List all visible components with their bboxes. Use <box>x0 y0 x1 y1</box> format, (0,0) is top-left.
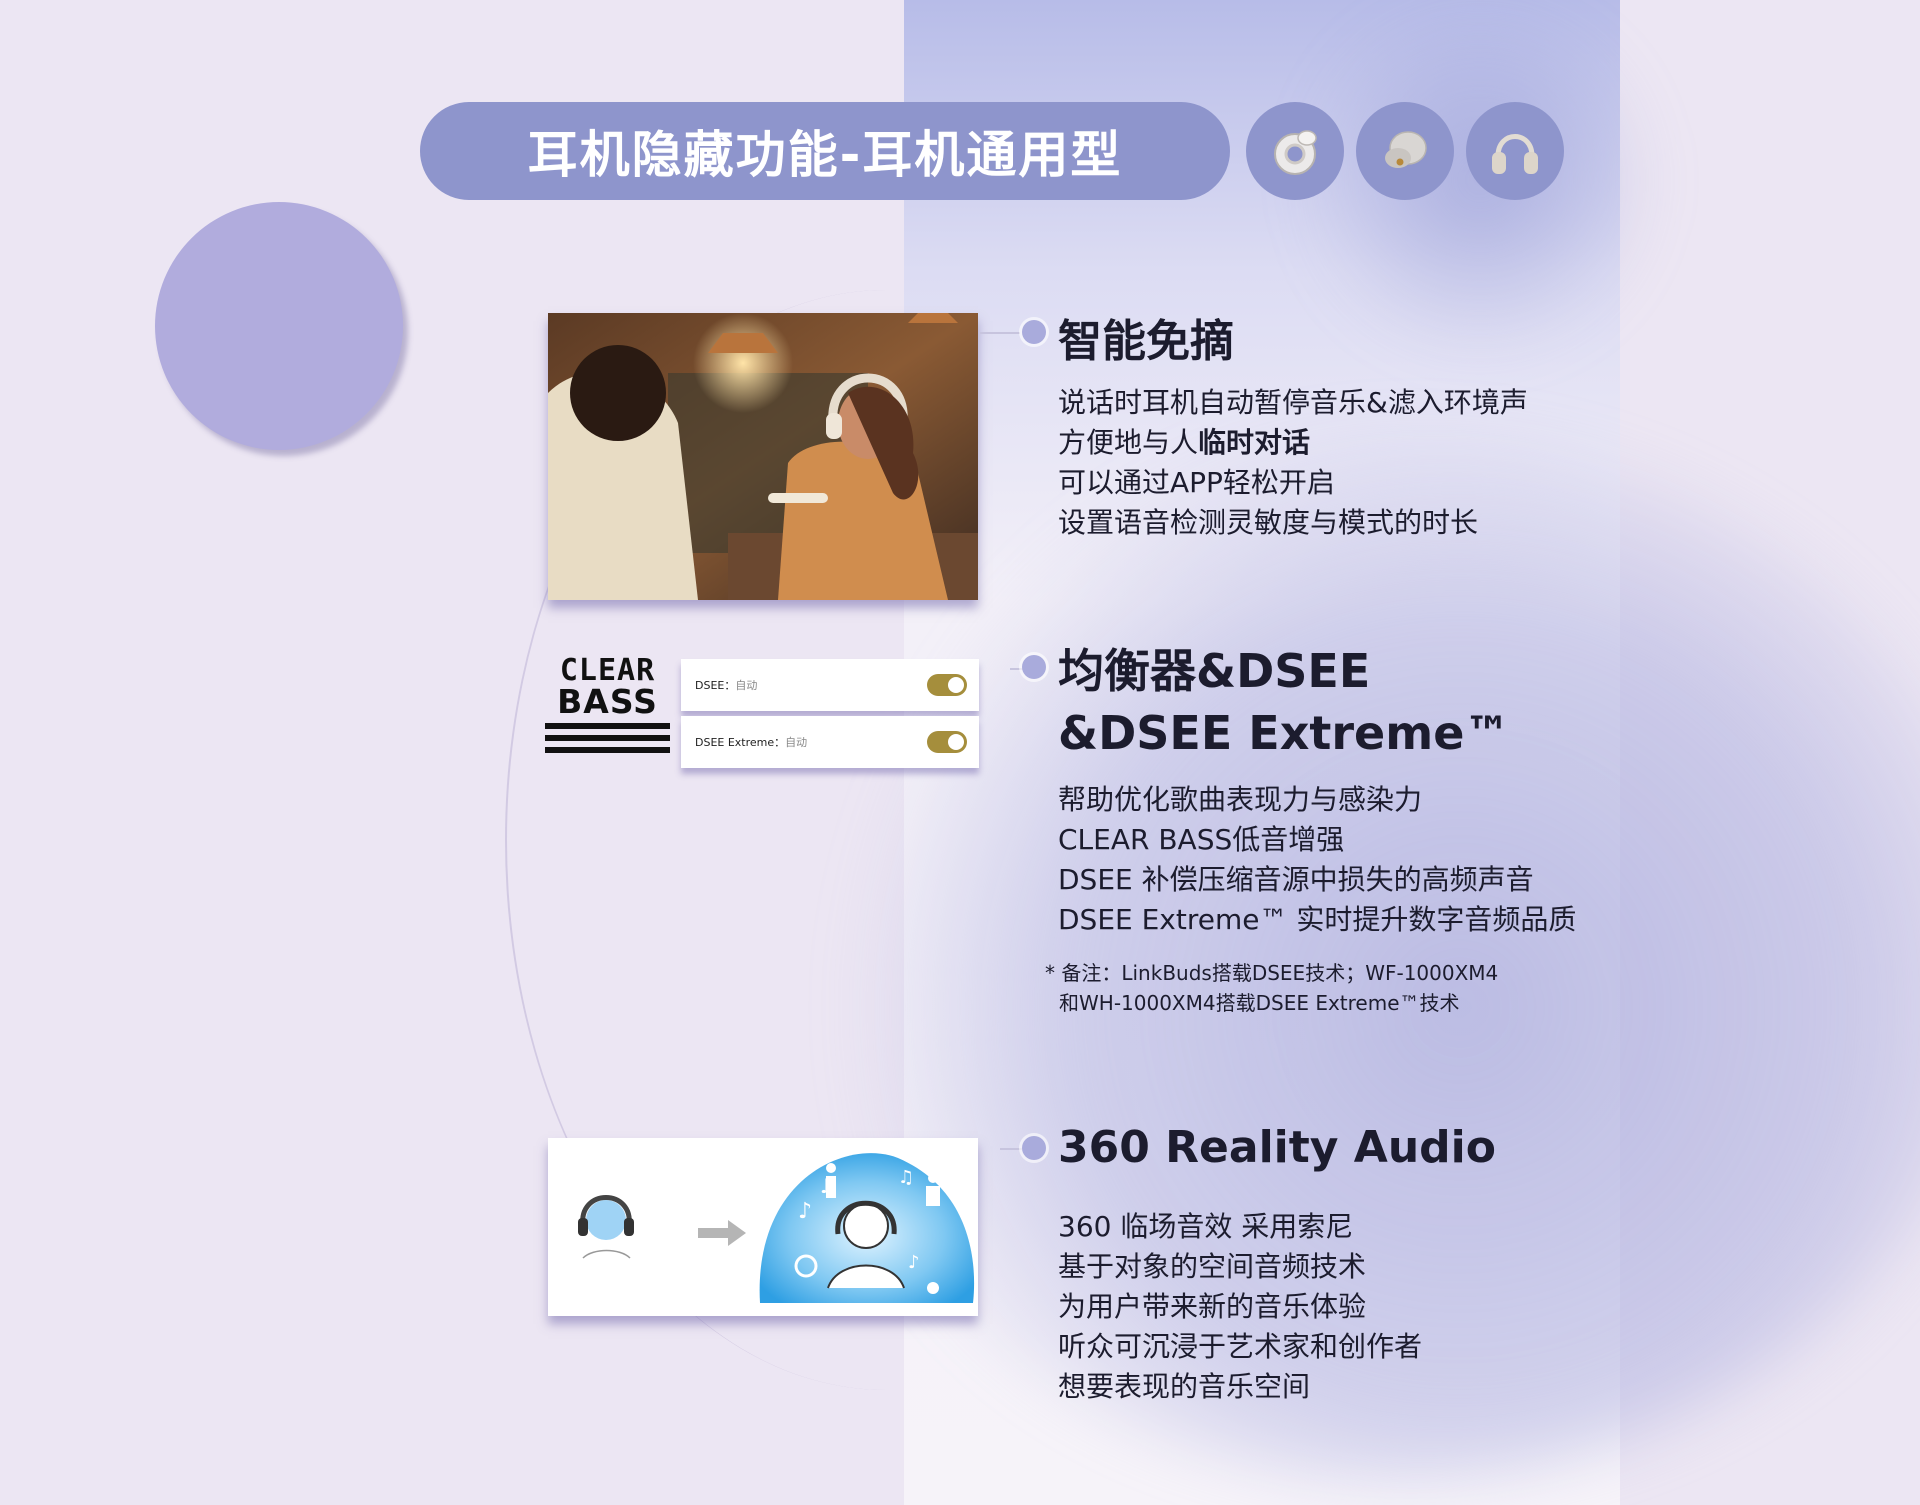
section-bullet <box>1022 1136 1046 1160</box>
body-line: 想要表现的音乐空间 <box>1058 1370 1311 1403</box>
toggle-value-text: 自动 <box>785 736 808 749</box>
page-title: 耳机隐藏功能-耳机通用型 <box>420 102 1230 200</box>
body-line: DSEE Extreme™ 实时提升数字音频品质 <box>1058 903 1577 936</box>
section-heading-dsee: 均衡器&DSEE &DSEE Extreme™ <box>1058 640 1510 764</box>
svg-text:♪: ♪ <box>798 1199 812 1224</box>
body-line-part: 方便地与人 <box>1058 426 1199 459</box>
toggle-label-text: DSEE： <box>695 679 736 692</box>
dsee-extreme-switch[interactable] <box>927 731 967 753</box>
toggle-label: DSEE Extreme：自动 <box>695 734 807 750</box>
section-body-smart-talk: 说话时耳机自动暂停音乐&滤入环境声 方便地与人临时对话 可以通过APP轻松开启 … <box>1058 383 1528 543</box>
clear-bass-stripe <box>545 723 670 729</box>
360-audio-illustration: ♪ ♫ ♫ ♪ <box>548 1138 978 1316</box>
section-bullet <box>1022 320 1046 344</box>
toggle-label-text: DSEE Extreme： <box>695 736 786 749</box>
dsee-extreme-toggle-row: DSEE Extreme：自动 <box>681 716 979 768</box>
dsee-switch[interactable] <box>927 674 967 696</box>
conversation-photo <box>548 313 978 600</box>
linkbuds-earbud-icon <box>1246 102 1344 200</box>
heading-line: &DSEE Extreme™ <box>1058 706 1511 760</box>
connector-line <box>980 332 1020 334</box>
body-line: 说话时耳机自动暂停音乐&滤入环境声 <box>1058 386 1528 419</box>
dsee-toggle-row: DSEE：自动 <box>681 659 979 711</box>
body-line: 可以通过APP轻松开启 <box>1058 466 1335 499</box>
toggle-value-text: 自动 <box>735 679 758 692</box>
body-line: DSEE 补偿压缩音源中损失的高频声音 <box>1058 863 1534 896</box>
body-line: 听众可沉浸于艺术家和创作者 <box>1058 1330 1423 1363</box>
body-line: 基于对象的空间音频技术 <box>1058 1250 1367 1283</box>
clear-bass-stripe <box>545 747 670 753</box>
body-line: 帮助优化歌曲表现力与感染力 <box>1058 783 1423 816</box>
clear-bass-stripe <box>545 735 670 741</box>
section-heading-360-audio: 360 Reality Audio <box>1058 1122 1496 1173</box>
clear-bass-logo: CLEAR BASS <box>545 655 670 753</box>
section-bullet <box>1022 655 1046 679</box>
body-line: CLEAR BASS低音增强 <box>1058 823 1345 856</box>
note-line: 和WH-1000XM4搭载DSEE Extreme™技术 <box>1059 991 1460 1015</box>
clear-bass-logo-text-2: BASS <box>557 682 658 721</box>
section-body-dsee: 帮助优化歌曲表现力与感染力 CLEAR BASS低音增强 DSEE 补偿压缩音源… <box>1058 780 1576 940</box>
section-heading-smart-talk: 智能免摘 <box>1058 316 1234 367</box>
body-line-emphasis: 临时对话 <box>1198 426 1311 459</box>
body-line: 为用户带来新的音乐体验 <box>1058 1290 1367 1323</box>
svg-text:♫: ♫ <box>898 1167 914 1188</box>
body-line: 方便地与人临时对话 <box>1058 423 1528 463</box>
heading-line: 均衡器&DSEE <box>1058 644 1371 698</box>
body-line: 360 临场音效 采用索尼 <box>1058 1210 1354 1243</box>
wh-1000xm4-headphone-icon <box>1466 102 1564 200</box>
section-body-360-audio: 360 临场音效 采用索尼 基于对象的空间音频技术 为用户带来新的音乐体验 听众… <box>1058 1207 1422 1407</box>
svg-text:♪: ♪ <box>908 1252 920 1273</box>
decorative-circle <box>155 202 403 450</box>
dsee-footnote: * 备注：LinkBuds搭载DSEE技术；WF-1000XM4 和WH-100… <box>1045 958 1498 1018</box>
wf-1000xm4-earbud-icon <box>1356 102 1454 200</box>
connector-line <box>1000 1148 1022 1150</box>
body-line: 设置语音检测灵敏度与模式的时长 <box>1058 506 1479 539</box>
note-line: * 备注：LinkBuds搭载DSEE技术；WF-1000XM4 <box>1045 961 1499 985</box>
toggle-label: DSEE：自动 <box>695 677 757 693</box>
